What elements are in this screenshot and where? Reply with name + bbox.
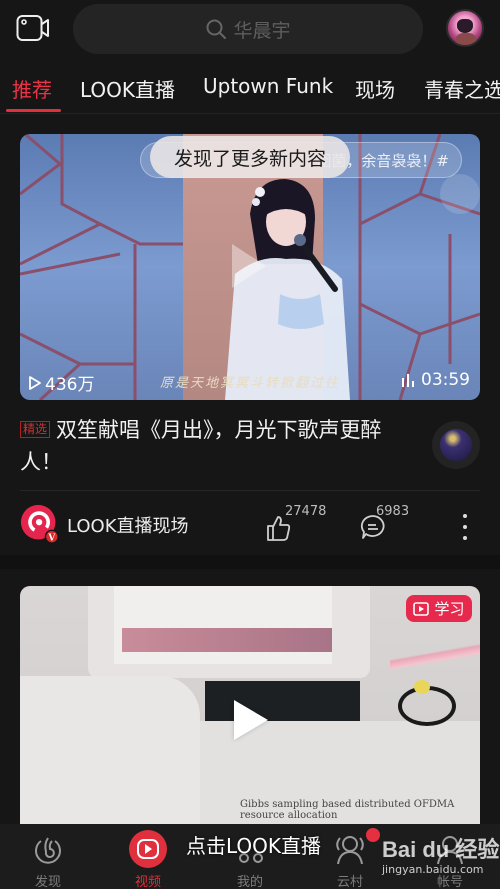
top-header: 华晨宇 [0,0,500,56]
pens [390,641,480,671]
study-category-badge[interactable]: 学习 [406,595,472,622]
like-count: 27478 [285,504,327,519]
nav-video[interactable]: 视频 [108,824,188,889]
lyric-subtitle: 原是天地冥冥斗转掀翻过往 [160,376,341,391]
baidu-watermark: Bai du 经验 jingyan.baidu.com [382,832,499,876]
category-tabs: 推荐 LOOK直播 Uptown Funk 现场 青春之选 [0,62,500,114]
nav-discover-label: 发现 [34,875,61,889]
notification-dot [366,828,380,842]
view-count: 436万 [28,370,94,395]
tab-youth-choice[interactable]: 青春之选 [424,74,500,103]
search-placeholder: 华晨宇 [233,19,291,42]
look-live-logo[interactable]: V [20,504,60,544]
watermark-url: jingyan.baidu.com [382,863,484,876]
video-badge-icon [413,601,430,616]
yellow-ornament [414,680,430,694]
video-title[interactable]: 精选 双笙献唱《月出》，月光下歌声更醉人！ [20,414,420,478]
search-bar[interactable]: 华晨宇 [73,4,423,54]
author-name[interactable]: LOOK直播现场 [67,512,189,538]
card-divider [20,490,480,491]
audio-bars-icon [402,374,414,387]
video-thumbnail-1[interactable]: 囹菌，余音袅袅！# 发现了更多新内容 原是天地冥冥斗转掀翻过往 436万 03:… [20,134,480,400]
tab-look-live[interactable]: LOOK直播 [80,74,175,103]
nav-video-label: 视频 [134,875,161,889]
duration-text: 03:59 [421,370,470,390]
notebook-left-page [20,676,200,826]
music-disc-thumbnail[interactable] [432,421,480,469]
video-camera-icon[interactable] [16,14,50,42]
nav-discover[interactable]: 发现 [8,824,88,889]
search-icon [206,19,227,39]
paper-title-text: Gibbs sampling based distributed OFDMA r… [240,799,455,821]
svg-text:V: V [47,532,56,543]
video-thumbnail-2[interactable]: Gibbs sampling based distributed OFDMA r… [20,586,480,826]
play-icon[interactable] [234,700,268,740]
study-badge-label: 学习 [434,600,465,618]
tab-uptown-funk[interactable]: Uptown Funk [203,74,333,98]
tablet-device [88,586,370,678]
tab-recommend[interactable]: 推荐 [12,74,52,103]
active-tab-indicator [6,109,61,112]
tab-live-scene[interactable]: 现场 [355,74,395,103]
dark-object [205,681,360,721]
play-icon[interactable] [232,244,266,288]
user-avatar[interactable] [446,9,484,47]
comment-button[interactable]: 6983 [360,502,440,548]
side-control [440,174,480,214]
discover-icon [35,837,61,864]
play-count-icon [29,375,41,390]
like-button[interactable]: 27478 [266,502,346,548]
nav-community-label: 云村 [336,875,363,889]
video-duration: 03:59 [400,370,470,390]
view-count-text: 436万 [45,375,95,395]
author-row: V LOOK直播现场 27478 6983 [20,502,480,548]
nav-mine-label: 我的 [236,875,263,889]
card-separator [0,555,500,569]
more-options-icon[interactable] [460,514,470,540]
watermark-brand: Bai du 经验 [382,837,500,862]
video-title-text: 双笙献唱《月出》，月光下歌声更醉人！ [20,418,382,474]
new-content-toast: 发现了更多新内容 [150,136,350,178]
comment-count: 6983 [376,504,410,519]
instruction-caption: 点击LOOK直播 [186,834,322,858]
video-icon [129,830,167,868]
community-icon [336,836,364,865]
featured-badge: 精选 [20,421,51,438]
